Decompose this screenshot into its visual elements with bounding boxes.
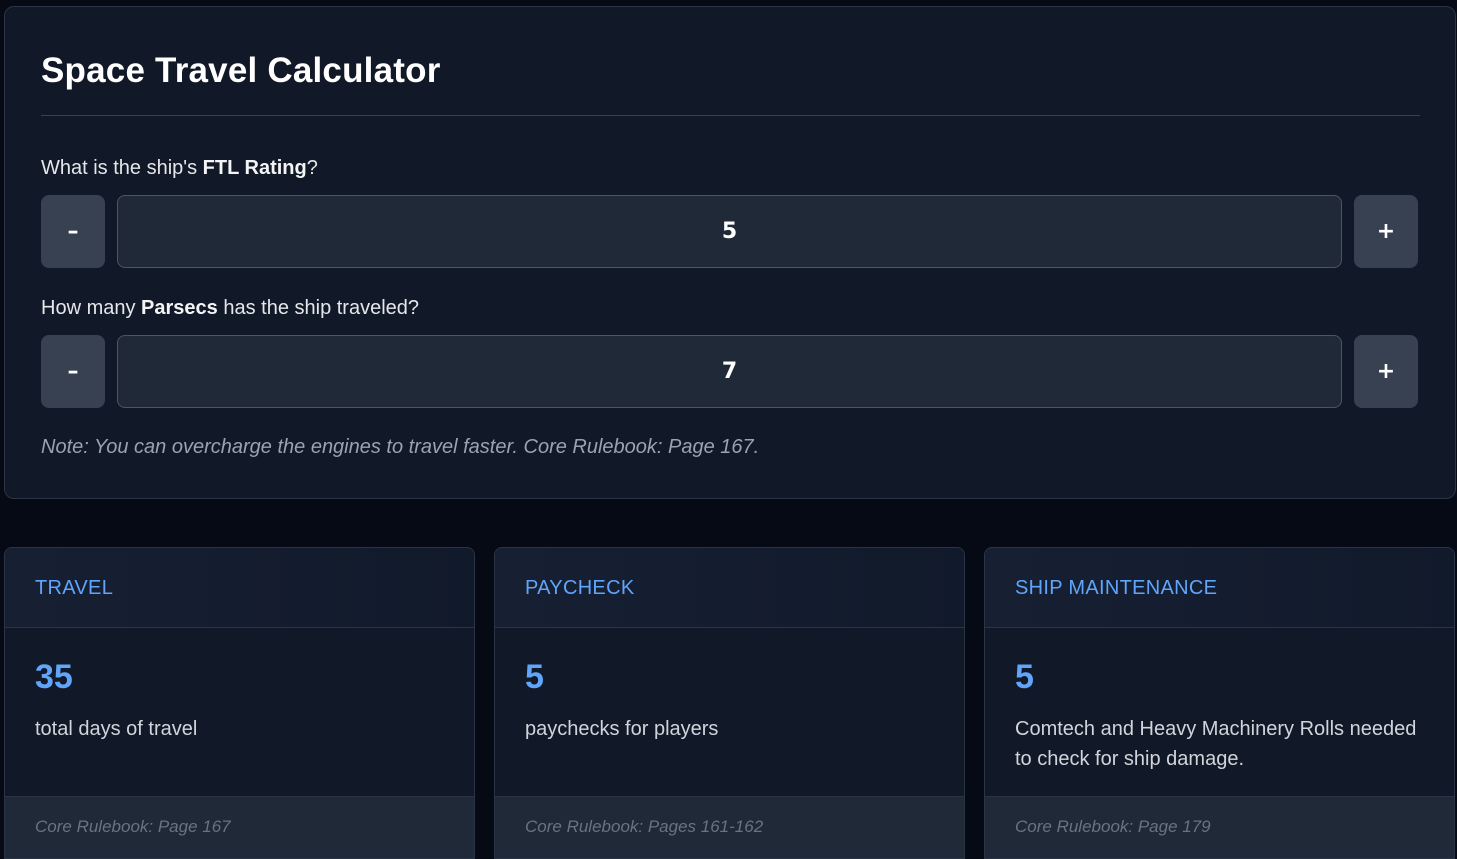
parsecs-label-suffix: has the ship traveled? bbox=[217, 297, 420, 319]
ftl-rating-label: What is the ship's FTL Rating? bbox=[41, 157, 318, 180]
ftl-label-bold: FTL Rating bbox=[202, 157, 307, 179]
card-description: paychecks for players bbox=[525, 718, 719, 740]
calculator-panel: Space Travel Calculator What is the ship… bbox=[4, 6, 1456, 499]
card-header: TRAVEL bbox=[5, 548, 474, 628]
parsecs-increment-button[interactable]: + bbox=[1354, 335, 1418, 408]
card-heading: TRAVEL bbox=[35, 577, 114, 599]
page-title: Space Travel Calculator bbox=[41, 51, 441, 90]
ftl-increment-button[interactable]: + bbox=[1354, 195, 1418, 268]
card-value: 5 bbox=[525, 658, 544, 696]
ftl-label-prefix: What is the ship's bbox=[41, 157, 203, 179]
ftl-label-suffix: ? bbox=[306, 157, 318, 179]
travel-result-card: TRAVEL 35 total days of travel Core Rule… bbox=[4, 547, 475, 859]
card-heading: SHIP MAINTENANCE bbox=[1015, 577, 1218, 599]
card-heading: PAYCHECK bbox=[525, 577, 635, 599]
rulebook-reference: Core Rulebook: Page 167 bbox=[35, 817, 231, 836]
parsecs-label-prefix: How many bbox=[41, 297, 142, 319]
title-divider bbox=[41, 115, 1420, 116]
card-footer: Core Rulebook: Pages 161-162 bbox=[495, 796, 964, 858]
rulebook-reference: Core Rulebook: Page 179 bbox=[1015, 817, 1211, 836]
ftl-rating-input[interactable] bbox=[117, 195, 1342, 268]
card-value: 5 bbox=[1015, 658, 1034, 696]
card-footer: Core Rulebook: Page 167 bbox=[5, 796, 474, 858]
ftl-decrement-button[interactable]: – bbox=[41, 195, 105, 268]
ship-maintenance-result-card: SHIP MAINTENANCE 5 Comtech and Heavy Mac… bbox=[984, 547, 1455, 859]
card-header: SHIP MAINTENANCE bbox=[985, 548, 1454, 628]
rulebook-reference: Core Rulebook: Pages 161-162 bbox=[525, 817, 764, 836]
card-footer: Core Rulebook: Page 179 bbox=[985, 796, 1454, 858]
card-description: Comtech and Heavy Machinery Rolls needed… bbox=[1015, 718, 1417, 770]
parsecs-label: How many Parsecs has the ship traveled? bbox=[41, 297, 419, 320]
paycheck-result-card: PAYCHECK 5 paychecks for players Core Ru… bbox=[494, 547, 965, 859]
card-value: 35 bbox=[35, 658, 73, 696]
parsecs-input[interactable] bbox=[117, 335, 1342, 408]
parsecs-label-bold: Parsecs bbox=[141, 297, 218, 319]
overcharge-note: Note: You can overcharge the engines to … bbox=[41, 436, 760, 458]
parsecs-decrement-button[interactable]: – bbox=[41, 335, 105, 408]
card-header: PAYCHECK bbox=[495, 548, 964, 628]
card-description: total days of travel bbox=[35, 718, 198, 740]
